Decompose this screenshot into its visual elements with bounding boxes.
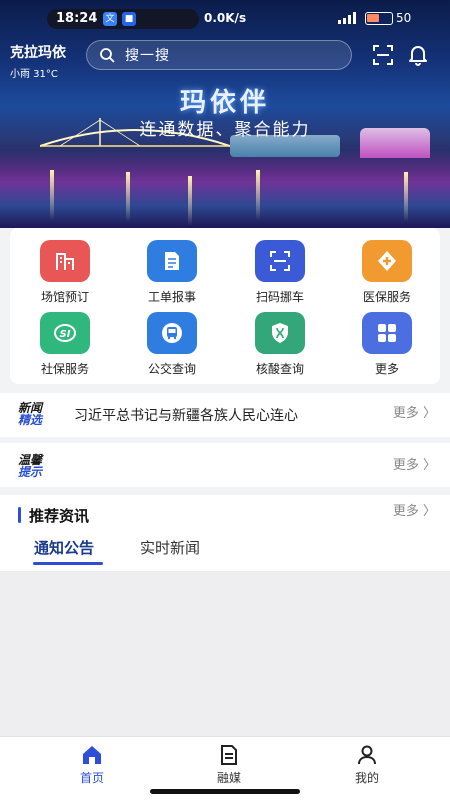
banner-night-glow xyxy=(0,150,450,228)
weather-info: 小雨 31°C xyxy=(10,69,58,80)
scan-icon[interactable] xyxy=(372,44,394,66)
scan-icon xyxy=(255,240,305,282)
hero-banner[interactable]: 玛依伴 连通数据、聚合能力 xyxy=(0,0,450,228)
service-label: 场馆预订 xyxy=(40,290,89,304)
medical-plus-icon xyxy=(362,240,412,282)
reflection-light xyxy=(188,176,192,226)
search-icon xyxy=(100,48,115,63)
home-indicator xyxy=(150,789,300,794)
app-badge-icon: 文 xyxy=(103,12,117,26)
reflection-light xyxy=(126,172,130,222)
section-accent-bar xyxy=(18,507,21,523)
dna-shield-icon xyxy=(255,312,305,354)
service-grid: 场馆预订 工单报事 扫码挪车 医保服务 SI 社保服务 公交查询 核酸查询 更多 xyxy=(10,228,440,384)
search-bar[interactable]: 搜一搜 xyxy=(86,40,352,70)
reflection-light xyxy=(256,170,260,220)
service-label: 公交查询 xyxy=(147,362,196,376)
bus-icon xyxy=(147,312,197,354)
tips-tag-bottom: 提示 xyxy=(18,465,43,479)
home-icon xyxy=(83,746,101,764)
status-time: 18:24 xyxy=(56,11,98,26)
search-placeholder: 搜一搜 xyxy=(125,48,170,64)
document-icon xyxy=(147,240,197,282)
building-icon xyxy=(40,240,90,282)
app-badge-icon: ■ xyxy=(122,12,136,26)
reflection-light xyxy=(50,170,54,220)
notification-bell-icon[interactable] xyxy=(406,42,430,66)
news-tag-bottom: 精选 xyxy=(18,413,43,427)
service-label: 医保服务 xyxy=(362,290,411,304)
nav-profile[interactable]: 我的 xyxy=(322,745,412,786)
service-label: 更多 xyxy=(374,362,399,376)
news-headline[interactable]: 习近平总书记与新疆各族人民心连心 xyxy=(74,405,298,425)
news-more-link[interactable]: 更多 〉 xyxy=(393,402,436,421)
nav-media[interactable]: 融媒 xyxy=(184,745,274,786)
service-venue-booking[interactable]: 场馆预订 xyxy=(15,240,115,305)
network-speed: 0.0K/s xyxy=(204,11,247,25)
tab-notice[interactable]: 通知公告 xyxy=(34,537,94,558)
banner-subtitle: 连通数据、聚合能力 xyxy=(139,120,311,140)
tips-row[interactable]: 温馨 提示 更多 〉 xyxy=(0,443,450,487)
media-icon xyxy=(221,745,237,765)
svg-text:SI: SI xyxy=(60,329,71,340)
status-bar: 18:24 文 ■ 0.0K/s 50 xyxy=(0,0,450,34)
grid-icon xyxy=(362,312,412,354)
tab-content-area xyxy=(0,571,450,736)
service-nucleic-acid[interactable]: 核酸查询 xyxy=(230,312,330,377)
nav-label: 融媒 xyxy=(216,771,241,785)
recommend-section: 推荐资讯 更多 〉 通知公告 实时新闻 xyxy=(0,495,450,571)
banner-title: 玛依伴 xyxy=(179,88,270,118)
service-bus-query[interactable]: 公交查询 xyxy=(122,312,222,377)
service-medical-insurance[interactable]: 医保服务 xyxy=(337,240,437,305)
service-label: 社保服务 xyxy=(40,362,89,376)
nav-home[interactable]: 首页 xyxy=(47,745,137,786)
tab-live-news[interactable]: 实时新闻 xyxy=(140,537,200,558)
signal-icon xyxy=(338,12,356,24)
recommend-more-link[interactable]: 更多 〉 xyxy=(393,500,436,519)
tips-more-link[interactable]: 更多 〉 xyxy=(393,454,436,473)
nav-label: 我的 xyxy=(354,771,379,785)
service-scan-move-car[interactable]: 扫码挪车 xyxy=(230,240,330,305)
service-more[interactable]: 更多 xyxy=(337,312,437,377)
service-work-order[interactable]: 工单报事 xyxy=(122,240,222,305)
city-name: 克拉玛依 xyxy=(10,45,66,61)
service-label: 扫码挪车 xyxy=(255,290,304,304)
social-security-icon: SI xyxy=(40,312,90,354)
active-tab-indicator xyxy=(33,562,103,565)
battery-icon xyxy=(365,12,393,25)
reflection-light xyxy=(404,172,408,222)
profile-icon xyxy=(358,745,376,765)
tips-tag: 温馨 提示 xyxy=(18,454,42,478)
service-label: 工单报事 xyxy=(147,290,196,304)
service-label: 核酸查询 xyxy=(255,362,304,376)
service-social-security[interactable]: SI 社保服务 xyxy=(15,312,115,377)
news-tag: 新闻 精选 xyxy=(18,402,42,426)
nav-label: 首页 xyxy=(79,771,104,785)
location-weather[interactable]: 克拉玛依 小雨 31°C xyxy=(10,42,66,80)
recommend-title: 推荐资讯 xyxy=(29,507,90,525)
featured-news-row[interactable]: 新闻 精选 习近平总书记与新疆各族人民心连心 更多 〉 xyxy=(0,393,450,437)
battery-level: 50 xyxy=(396,11,412,25)
